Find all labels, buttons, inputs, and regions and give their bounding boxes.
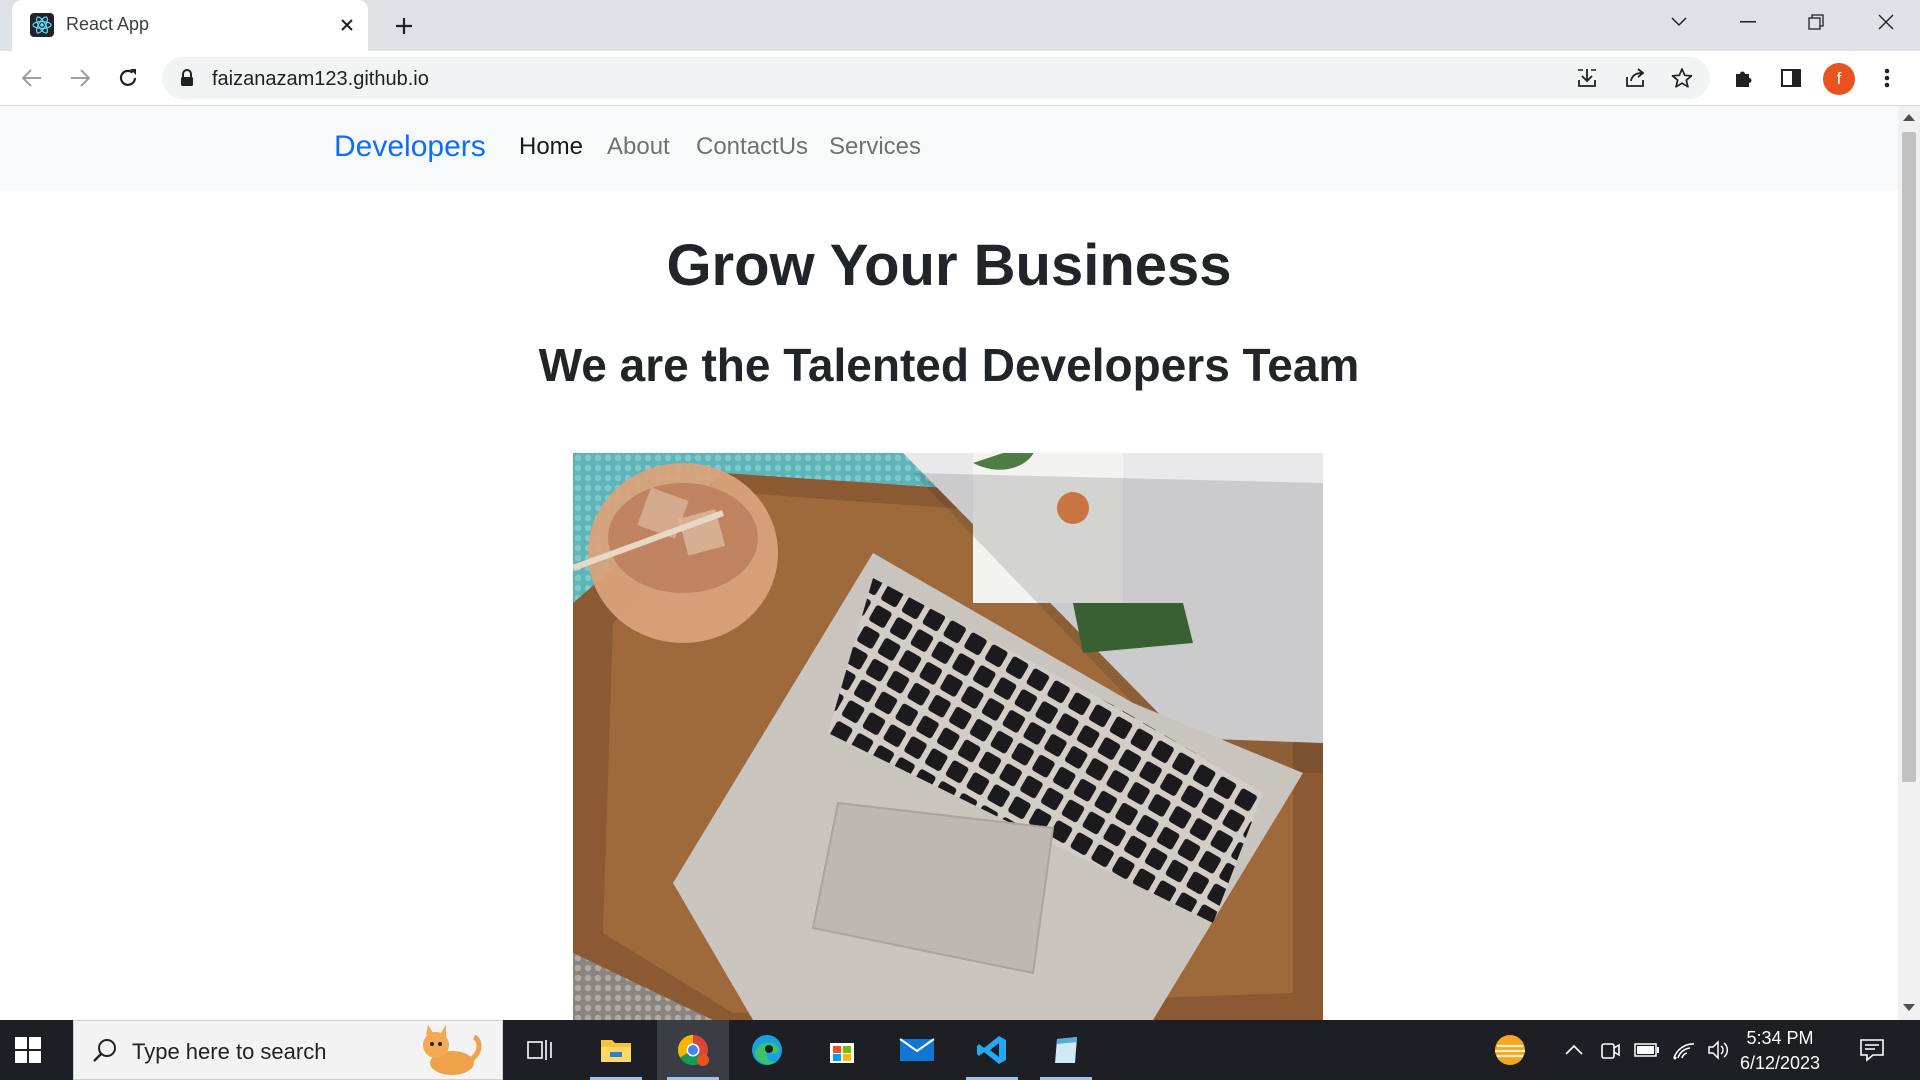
page-scrollbar[interactable] [1898, 106, 1920, 1020]
lock-icon[interactable] [180, 69, 194, 92]
close-icon[interactable] [334, 12, 360, 38]
wifi-icon[interactable] [1670, 1036, 1698, 1064]
battery-icon[interactable] [1633, 1036, 1661, 1064]
share-icon[interactable] [1620, 63, 1650, 93]
mail-icon[interactable] [881, 1020, 953, 1080]
weather-icon[interactable] [1490, 1032, 1530, 1068]
react-icon [30, 13, 54, 37]
arrow-left-icon[interactable] [15, 61, 49, 95]
nav-link-about[interactable]: About [607, 133, 670, 161]
clock-time: 5:34 PM [1746, 1028, 1814, 1048]
tab-title: React App [66, 14, 150, 34]
hero-image [573, 453, 1323, 1020]
url-text[interactable]: faizanazam123.github.io [212, 68, 429, 91]
download-icon[interactable] [1572, 63, 1602, 93]
site-navbar: Developers Home About ContactUs Services [0, 106, 1898, 190]
nav-link-contactus[interactable]: ContactUs [696, 133, 808, 161]
nav-link-services[interactable]: Services [829, 133, 921, 161]
clock-date: 6/12/2023 [1739, 1053, 1821, 1073]
address-bar[interactable]: faizanazam123.github.io [162, 57, 1710, 99]
restore-icon[interactable] [1782, 0, 1850, 44]
tab-strip: React App [0, 0, 1920, 51]
chevron-down-icon[interactable] [1645, 0, 1713, 44]
store-icon[interactable] [806, 1020, 878, 1080]
windows-taskbar: Type here to search 5:34 PM 6/12/2023 [0, 1020, 1920, 1080]
reload-icon[interactable] [111, 61, 145, 95]
notification-icon[interactable] [1858, 1036, 1886, 1064]
close-window-icon[interactable] [1852, 0, 1920, 44]
nav-link-home[interactable]: Home [519, 133, 583, 161]
scroll-up-icon[interactable] [1903, 114, 1915, 121]
file-explorer-icon[interactable] [580, 1020, 652, 1080]
search-icon [92, 1037, 118, 1068]
cat-icon [414, 1025, 484, 1080]
star-icon[interactable] [1667, 63, 1697, 93]
scrollbar-thumb[interactable] [1902, 132, 1916, 782]
chevron-up-icon[interactable] [1560, 1036, 1588, 1064]
windows-start-icon[interactable] [14, 1036, 42, 1064]
brand-link[interactable]: Developers [334, 130, 486, 164]
taskbar-clock[interactable]: 5:34 PM 6/12/2023 [1720, 1026, 1840, 1076]
search-placeholder[interactable]: Type here to search [132, 1039, 326, 1065]
vscode-icon[interactable] [956, 1020, 1028, 1080]
meet-icon[interactable] [1596, 1036, 1624, 1064]
scroll-down-icon[interactable] [1903, 1004, 1915, 1011]
hero-title: Grow Your Business [666, 233, 1232, 298]
task-view-icon[interactable] [504, 1020, 576, 1080]
browser-tab[interactable]: React App [12, 0, 368, 51]
notepad-icon[interactable] [1030, 1020, 1102, 1080]
hero-subtitle: We are the Talented Developers Team [538, 339, 1360, 391]
arrow-right-icon[interactable] [63, 61, 97, 95]
puzzle-icon[interactable] [1728, 62, 1760, 94]
page-viewport: Developers Home About ContactUs Services… [0, 106, 1898, 1020]
side-panel-icon[interactable] [1775, 62, 1807, 94]
profile-avatar[interactable]: f [1823, 63, 1855, 95]
taskbar-search[interactable]: Type here to search [73, 1020, 503, 1080]
minimize-icon[interactable] [1714, 0, 1782, 44]
plus-icon[interactable] [388, 10, 420, 42]
edge-icon[interactable] [731, 1020, 803, 1080]
browser-toolbar: faizanazam123.github.io f [0, 51, 1920, 106]
kebab-menu-icon[interactable] [1871, 62, 1903, 94]
chrome-icon[interactable] [657, 1020, 729, 1080]
